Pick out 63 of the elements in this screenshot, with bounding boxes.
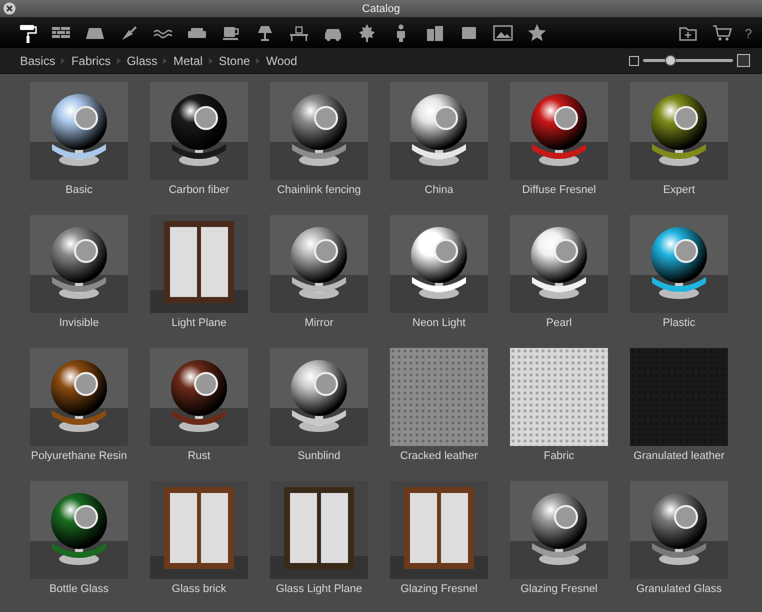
separator-icon	[256, 58, 260, 64]
material-preview[interactable]	[270, 82, 368, 180]
material-preview[interactable]	[630, 481, 728, 579]
material-name[interactable]: Pearl	[546, 317, 572, 329]
material-name[interactable]: Diffuse Fresnel	[522, 184, 596, 196]
material-name[interactable]: Glass Light Plane	[276, 583, 362, 595]
window-title: Catalog	[362, 2, 400, 14]
material-name[interactable]: Granulated leather	[633, 450, 725, 462]
material-name[interactable]: Polyurethane Resin	[30, 450, 127, 462]
separator-icon	[116, 58, 121, 64]
star-icon[interactable]	[526, 22, 548, 44]
material-name[interactable]: Rust	[188, 450, 210, 462]
material-name[interactable]: Glass brick	[172, 583, 226, 595]
material-name[interactable]: Fabric	[544, 450, 574, 462]
material-preview[interactable]	[30, 348, 128, 446]
material-name[interactable]: Carbon fiber	[168, 184, 230, 196]
material-preview[interactable]	[150, 82, 248, 180]
material-preview[interactable]	[150, 348, 248, 446]
material-name[interactable]: Glazing Fresnel	[520, 583, 598, 595]
slider-thumb[interactable]	[665, 55, 676, 66]
material-name[interactable]: Expert	[663, 184, 695, 196]
material-preview[interactable]	[510, 82, 608, 180]
category-link[interactable]: Fabrics	[71, 54, 111, 68]
category-link[interactable]: Wood	[266, 54, 298, 68]
material-preview[interactable]	[390, 82, 488, 180]
material-name[interactable]: Basic	[66, 184, 92, 196]
material-name[interactable]: Invisible	[59, 317, 99, 329]
help-button[interactable]: ?	[744, 26, 752, 40]
material-name[interactable]: Cracked leather	[400, 450, 478, 462]
material-preview[interactable]	[270, 481, 368, 579]
material-name[interactable]: Light Plane	[171, 317, 227, 329]
category-link[interactable]: Basics	[20, 54, 56, 68]
material-preview[interactable]	[150, 481, 248, 579]
material-preview[interactable]	[390, 215, 488, 313]
material-preview[interactable]	[510, 481, 608, 579]
material-name[interactable]: China	[424, 184, 454, 196]
category-link[interactable]: Stone	[218, 54, 250, 68]
material-preview[interactable]	[630, 82, 728, 180]
material-preview[interactable]	[270, 348, 368, 446]
material-preview[interactable]	[150, 215, 248, 313]
material-name[interactable]: Chainlink fencing	[277, 184, 361, 196]
close-icon[interactable]	[3, 2, 16, 15]
material-preview[interactable]	[510, 215, 608, 313]
category-link[interactable]: Metal	[173, 54, 203, 68]
material-name[interactable]: Neon Light	[412, 317, 466, 329]
small-size-icon	[629, 56, 639, 66]
material-name[interactable]: Plastic	[662, 317, 696, 329]
material-preview[interactable]	[30, 481, 128, 579]
material-preview[interactable]	[390, 481, 488, 579]
separator-icon	[208, 58, 213, 64]
material-preview[interactable]	[30, 82, 128, 180]
material-name[interactable]: Sunblind	[298, 450, 340, 462]
material-name[interactable]: Mirror	[304, 317, 334, 329]
material-name[interactable]: Glazing Fresnel	[400, 583, 478, 595]
separator-icon	[163, 58, 168, 64]
material-preview[interactable]	[270, 215, 368, 313]
category-link[interactable]: Glass	[126, 54, 158, 68]
material-name[interactable]: Granulated Glass	[636, 583, 722, 595]
material-preview[interactable]	[630, 215, 728, 313]
material-name[interactable]: Bottle Glass	[49, 583, 109, 595]
material-preview[interactable]	[30, 215, 128, 313]
separator-icon	[61, 58, 66, 64]
large-size-icon	[737, 54, 750, 67]
